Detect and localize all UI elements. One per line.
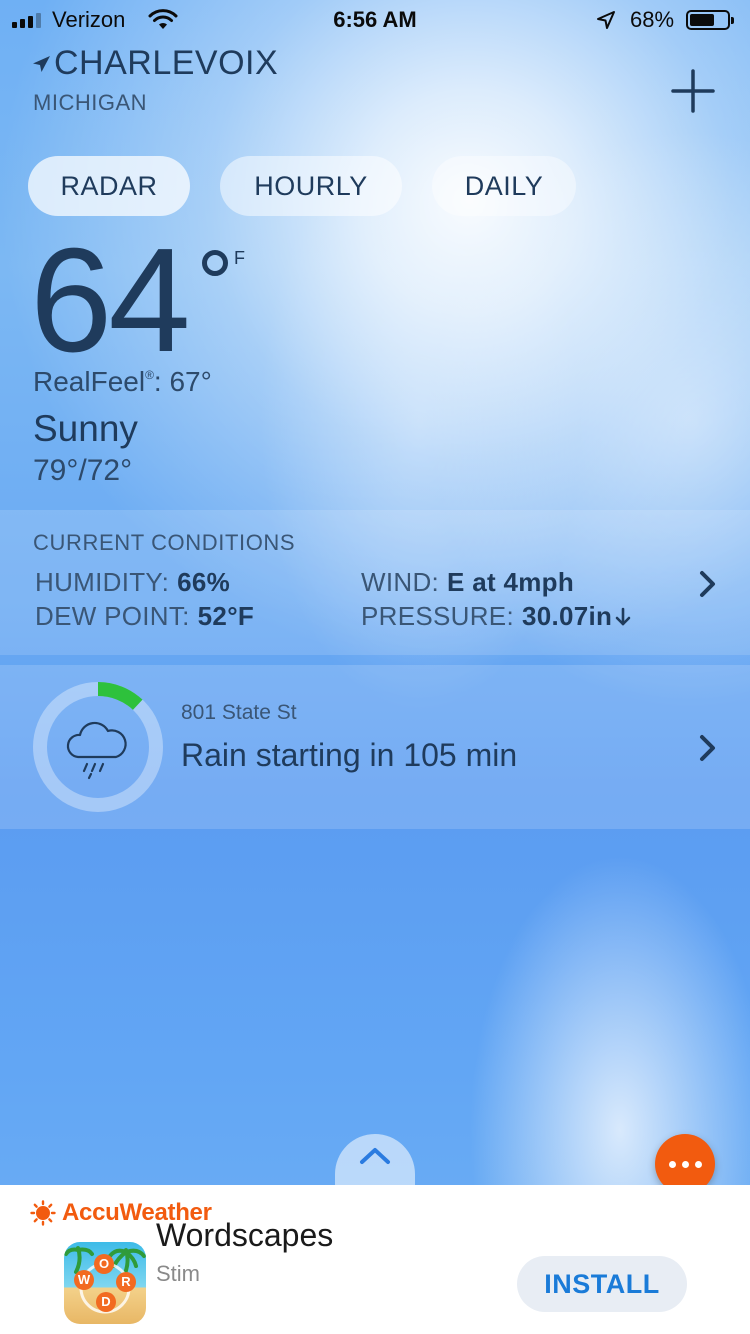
state-name: MICHIGAN	[33, 90, 147, 115]
location-arrow-icon	[33, 55, 50, 72]
realfeel-value: : 67°	[153, 366, 212, 397]
more-dot-icon	[694, 1160, 702, 1168]
ad-banner[interactable]: AccuWeather W O R D Wordscapes Stim INST…	[0, 1185, 750, 1334]
degree-symbol	[202, 250, 228, 276]
wordscapes-app-icon[interactable]	[64, 1242, 146, 1324]
sun-logo-icon	[30, 1200, 56, 1226]
current-temperature: 64	[30, 218, 191, 383]
minutecast-message: Rain starting in 105 min	[181, 737, 518, 773]
wind-value: E at 4mph	[447, 567, 574, 597]
dew-point-value: 52°F	[197, 601, 255, 631]
status-bar: Verizon 6:56 AM 68%	[0, 0, 750, 40]
high-low-temperature: 79°/72°	[33, 454, 133, 487]
humidity: HUMIDITY: 66%	[35, 567, 230, 598]
tab-radar[interactable]: RADAR	[28, 156, 190, 216]
minutecast-panel[interactable]: 801 State St Rain starting in 105 min	[0, 665, 750, 829]
ad-developer: Stim	[156, 1261, 200, 1286]
pressure: PRESSURE: 30.07in	[361, 601, 632, 632]
registered-mark: ®	[145, 368, 154, 382]
temperature-unit: F	[234, 248, 245, 268]
chevron-up-icon	[360, 1148, 390, 1164]
wind-label: WIND:	[361, 567, 440, 597]
humidity-label: HUMIDITY:	[35, 567, 170, 597]
realfeel-label: RealFeel	[33, 366, 146, 397]
current-conditions-panel[interactable]: CURRENT CONDITIONS HUMIDITY: 66% DEW POIN…	[0, 510, 750, 655]
tab-hourly[interactable]: HOURLY	[220, 156, 402, 216]
current-conditions-title: CURRENT CONDITIONS	[33, 530, 296, 555]
realfeel: RealFeel®: 67°	[33, 366, 212, 398]
tab-daily[interactable]: DAILY	[432, 156, 576, 216]
rain-cloud-icon	[66, 721, 127, 780]
pressure-value: 30.07in	[521, 601, 613, 631]
dew-point-label: DEW POINT:	[35, 601, 190, 631]
wind: WIND: E at 4mph	[361, 567, 574, 598]
city-header[interactable]: CHARLEVOIX	[30, 44, 278, 83]
dew-point: DEW POINT: 52°F	[35, 601, 254, 632]
arrow-down-icon	[615, 607, 631, 626]
battery-icon	[686, 10, 734, 30]
ad-app-name[interactable]: Wordscapes	[156, 1219, 333, 1251]
precipitation-progress-ring	[33, 682, 163, 812]
install-button[interactable]: INSTALL	[517, 1256, 687, 1312]
location-services-icon	[597, 11, 615, 29]
humidity-value: 66%	[177, 567, 231, 597]
weather-condition: Sunny	[33, 408, 138, 449]
city-name: CHARLEVOIX	[54, 44, 279, 82]
battery-fill	[690, 14, 714, 26]
pressure-label: PRESSURE:	[361, 601, 514, 631]
more-dot-icon	[668, 1160, 676, 1168]
battery-percentage: 68%	[630, 7, 675, 32]
chevron-right-icon[interactable]	[698, 569, 718, 599]
add-location-plus-icon[interactable]	[670, 68, 716, 114]
minutecast-address: 801 State St	[181, 701, 297, 724]
chevron-right-icon[interactable]	[698, 733, 718, 763]
more-dot-icon	[681, 1160, 689, 1168]
